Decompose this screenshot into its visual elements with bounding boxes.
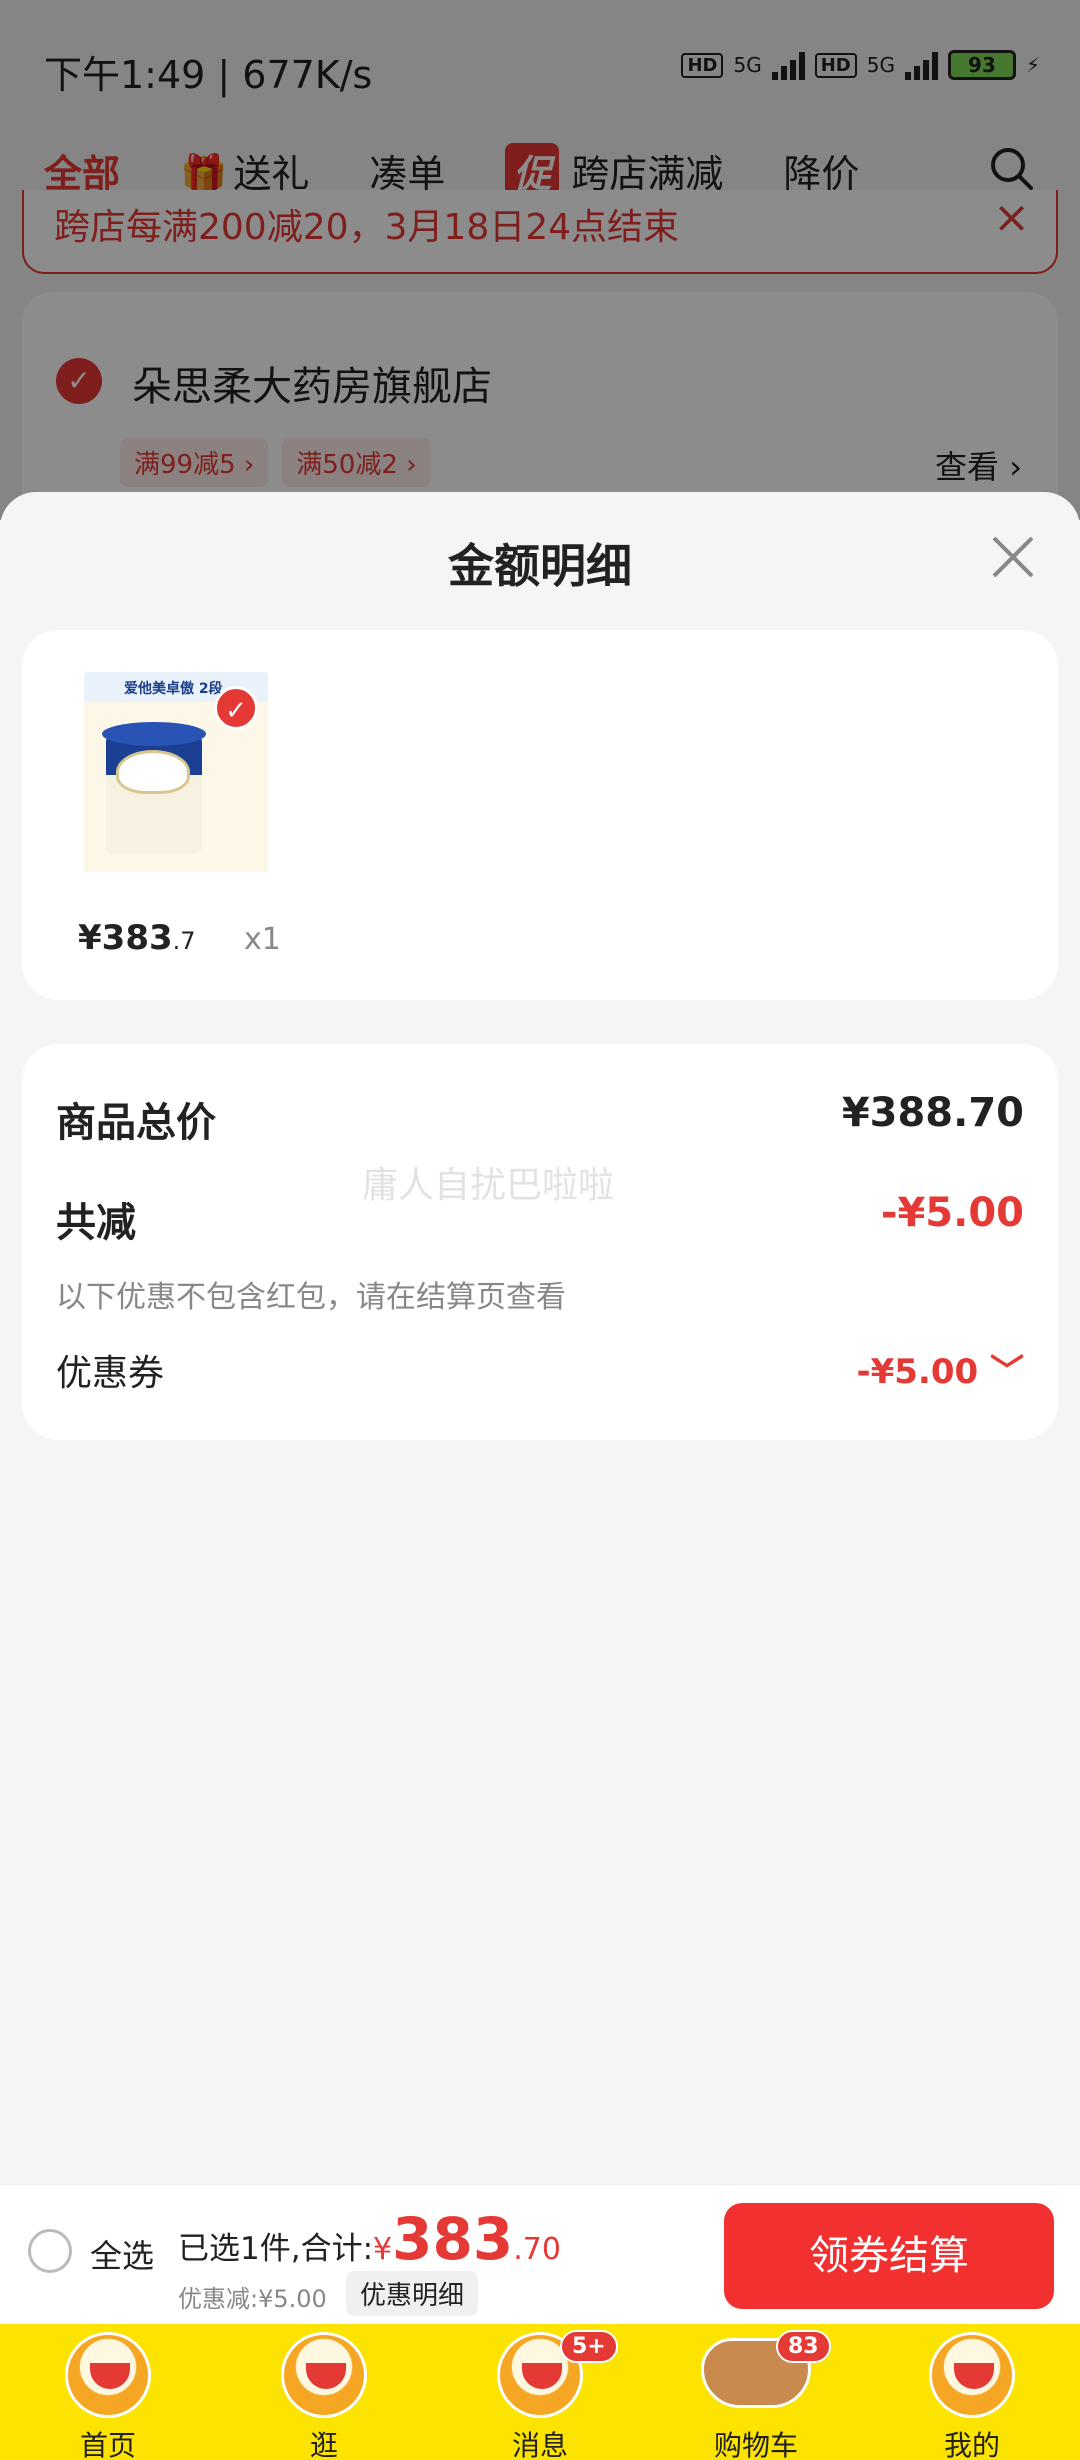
- check-icon: ✓: [214, 686, 258, 730]
- product-can-label: [116, 750, 190, 794]
- browse-mascot-icon: [281, 2332, 367, 2418]
- mascot-mouth: [306, 2363, 346, 2389]
- total-price-label: 商品总价: [56, 1100, 216, 1146]
- total-line: 已选1件,合计: ¥ 383 .70: [178, 2205, 561, 2273]
- tabbar-label: 消息: [511, 2429, 568, 2460]
- summary-card: 商品总价 ¥388.70 庸人自扰巴啦啦 共减 -¥5.00 以下优惠不包含红包…: [22, 1044, 1058, 1440]
- select-all-label[interactable]: 全选: [90, 2231, 154, 2277]
- total-price-value: ¥388.70: [841, 1090, 1024, 1136]
- watermark: 庸人自扰巴啦啦: [362, 1165, 615, 1206]
- mascot-mouth: [90, 2363, 130, 2389]
- bottom-tabbar: 首页 逛 5+ 消息 83 购物车 我的: [0, 2324, 1080, 2460]
- total-currency: ¥: [373, 2232, 393, 2267]
- app-screen: 下午1:49 | 677K/s HD 5G HD 5G 93 ⚡ 全部 🎁 送礼 …: [0, 0, 1080, 2460]
- reduce-label: 共减: [56, 1200, 136, 1246]
- me-mascot-icon: [929, 2332, 1015, 2418]
- select-all-radio[interactable]: [28, 2229, 72, 2273]
- discount-note: 以下优惠不包含红包，请在结算页查看: [56, 1280, 566, 1315]
- checkout-bar: 全选 已选1件,合计: ¥ 383 .70 优惠减:¥5.00 优惠明细 领券结…: [0, 2184, 1080, 2324]
- mascot-mouth: [954, 2363, 994, 2389]
- home-mascot-icon: [65, 2332, 151, 2418]
- reduce-value: -¥5.00: [880, 1190, 1024, 1236]
- sheet-title: 金额明细: [448, 539, 632, 593]
- item-quantity: x1: [244, 922, 281, 957]
- item-price-int: ¥383: [78, 918, 173, 958]
- selected-text: 已选1件,合计:: [178, 2231, 374, 2267]
- price-detail-sheet: 金额明细 爱他美卓傲 2段 ✓ ¥383.7 x1 商品总价 ¥388.70 庸…: [0, 492, 1080, 2182]
- discount-summary: 优惠减:¥5.00: [178, 2285, 327, 2313]
- item-price-dec: .7: [172, 927, 196, 955]
- cart-badge: 83: [776, 2330, 831, 2363]
- total-decimal: .70: [513, 2232, 561, 2267]
- coupon-label: 优惠券: [56, 1353, 165, 1394]
- checkout-button[interactable]: 领券结算: [724, 2203, 1054, 2309]
- tabbar-label: 逛: [309, 2429, 338, 2460]
- close-icon[interactable]: [988, 532, 1038, 582]
- messages-badge: 5+: [560, 2330, 618, 2363]
- tabbar-label: 我的: [943, 2429, 1000, 2460]
- product-can-lid: [102, 722, 206, 746]
- tabbar-label: 首页: [79, 2429, 136, 2460]
- tabbar-label: 购物车: [713, 2429, 798, 2460]
- tabbar-item-cart[interactable]: 83 购物车: [648, 2324, 864, 2460]
- dim-overlay[interactable]: [0, 0, 1080, 520]
- total-integer: 383: [392, 2205, 514, 2273]
- tabbar-item-browse[interactable]: 逛: [216, 2324, 432, 2460]
- discount-detail-button[interactable]: 优惠明细: [346, 2271, 479, 2316]
- item-price: ¥383.7: [78, 918, 196, 958]
- coupon-value[interactable]: -¥5.00 ﹀: [857, 1344, 1025, 1393]
- tabbar-item-home[interactable]: 首页: [0, 2324, 216, 2460]
- cart-page-background: 下午1:49 | 677K/s HD 5G HD 5G 93 ⚡ 全部 🎁 送礼 …: [0, 0, 1080, 532]
- items-card: 爱他美卓傲 2段 ✓ ¥383.7 x1: [22, 630, 1058, 1000]
- mascot-mouth: [522, 2363, 562, 2389]
- product-image[interactable]: 爱他美卓傲 2段 ✓: [84, 672, 268, 872]
- tabbar-item-messages[interactable]: 5+ 消息: [432, 2324, 648, 2460]
- tabbar-item-me[interactable]: 我的: [864, 2324, 1080, 2460]
